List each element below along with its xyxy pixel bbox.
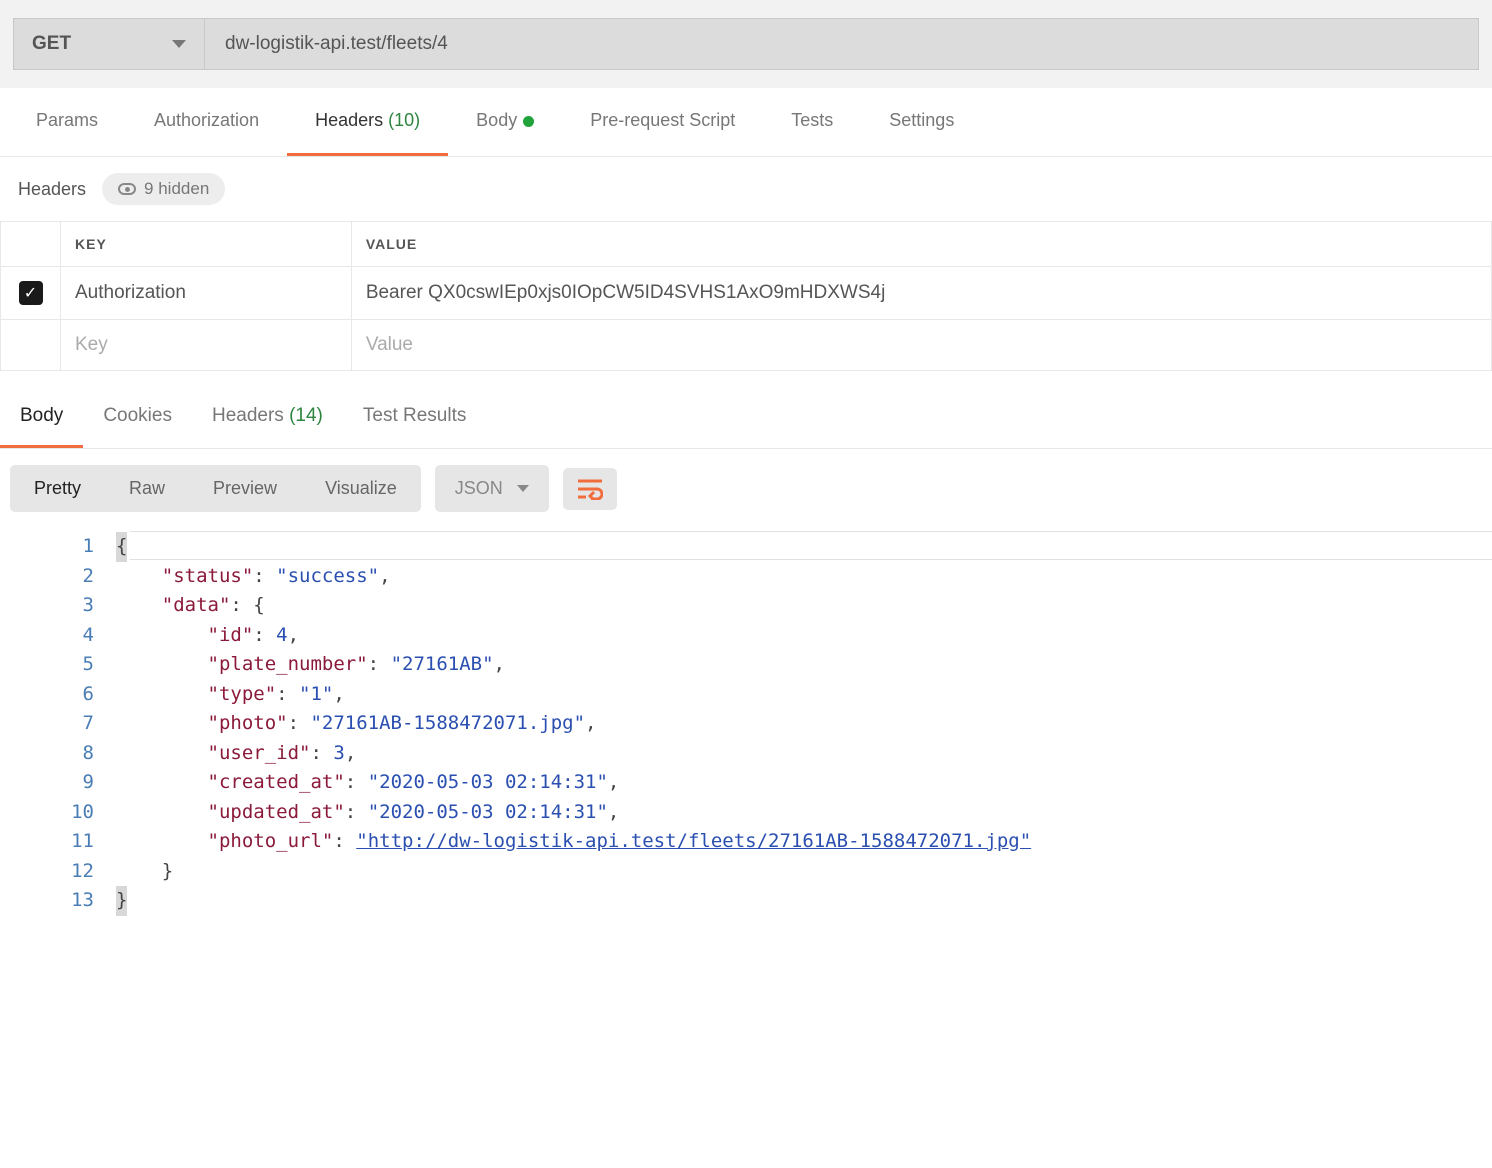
line-number: 4 [0,621,116,651]
tab-settings[interactable]: Settings [861,88,982,156]
line-number: 1 [0,532,116,562]
code-content: "data": { [116,591,265,621]
line-number: 13 [0,886,116,916]
view-preview-button[interactable]: Preview [189,465,301,512]
header-col-checkbox [1,222,61,267]
code-line: 7 "photo": "27161AB-1588472071.jpg", [0,709,1492,739]
chevron-down-icon [517,485,529,492]
response-tab-headers[interactable]: Headers (14) [192,387,343,448]
response-tabs: Body Cookies Headers (14) Test Results [0,387,1492,449]
header-enabled-checkbox[interactable]: ✓ [19,281,43,305]
header-key-input[interactable]: Key [61,320,352,371]
code-content: "created_at": "2020-05-03 02:14:31", [116,768,619,798]
code-content: "plate_number": "27161AB", [116,650,505,680]
line-number: 12 [0,857,116,887]
code-line: 12 } [0,857,1492,887]
response-body-code[interactable]: 1{2 "status": "success",3 "data": {4 "id… [0,528,1492,936]
tab-tests[interactable]: Tests [763,88,861,156]
code-content: "photo": "27161AB-1588472071.jpg", [116,709,596,739]
header-row: ✓ Authorization Bearer QX0cswIEp0xjs0IOp… [1,267,1492,320]
code-content: "id": 4, [116,621,299,651]
code-content: "updated_at": "2020-05-03 02:14:31", [116,798,619,828]
line-number: 3 [0,591,116,621]
header-key-cell[interactable]: Authorization [61,267,352,320]
eye-icon [118,183,136,195]
code-line: 6 "type": "1", [0,680,1492,710]
tab-params[interactable]: Params [8,88,126,156]
response-tab-test-results[interactable]: Test Results [343,387,486,448]
request-url-input[interactable]: dw-logistik-api.test/fleets/4 [205,18,1479,70]
line-number: 5 [0,650,116,680]
header-value-cell[interactable]: Bearer QX0cswIEp0xjs0IOpCW5ID4SVHS1AxO9m… [351,267,1491,320]
code-content: "user_id": 3, [116,739,356,769]
code-line: 8 "user_id": 3, [0,739,1492,769]
line-number: 9 [0,768,116,798]
headers-table: KEY VALUE ✓ Authorization Bearer QX0cswI… [0,221,1492,371]
code-line: 10 "updated_at": "2020-05-03 02:14:31", [0,798,1492,828]
code-content: "type": "1", [116,680,345,710]
header-col-value: VALUE [351,222,1491,267]
chevron-down-icon [172,40,186,48]
line-number: 10 [0,798,116,828]
wrap-lines-button[interactable] [563,468,617,510]
line-number: 11 [0,827,116,857]
view-raw-button[interactable]: Raw [105,465,189,512]
response-view-mode-group: Pretty Raw Preview Visualize [10,465,421,512]
line-number: 8 [0,739,116,769]
code-content: "status": "success", [116,562,391,592]
header-col-key: KEY [61,222,352,267]
code-line: 9 "created_at": "2020-05-03 02:14:31", [0,768,1492,798]
view-visualize-button[interactable]: Visualize [301,465,421,512]
response-tab-cookies[interactable]: Cookies [83,387,192,448]
tab-authorization[interactable]: Authorization [126,88,287,156]
code-line: 11 "photo_url": "http://dw-logistik-api.… [0,827,1492,857]
headers-title: Headers [18,179,86,200]
code-content: "photo_url": "http://dw-logistik-api.tes… [116,827,1031,857]
response-toolbar: Pretty Raw Preview Visualize JSON [0,449,1492,528]
line-number: 2 [0,562,116,592]
header-row-new: Key Value [1,320,1492,371]
headers-section-header: Headers 9 hidden [0,157,1492,221]
code-content: } [116,886,127,916]
dot-indicator-icon [523,116,534,127]
http-method-value: GET [32,33,71,55]
request-tabs: Params Authorization Headers (10) Body P… [0,88,1492,157]
response-format-select[interactable]: JSON [435,465,549,512]
code-line: 5 "plate_number": "27161AB", [0,650,1492,680]
wrap-lines-icon [577,478,603,500]
request-bar: GET dw-logistik-api.test/fleets/4 [0,0,1492,88]
http-method-select[interactable]: GET [13,18,205,70]
request-url-value: dw-logistik-api.test/fleets/4 [225,33,448,55]
code-content: { [116,532,127,562]
line-number: 7 [0,709,116,739]
tab-headers[interactable]: Headers (10) [287,88,448,156]
code-line: 1{ [0,532,1492,562]
code-line: 2 "status": "success", [0,562,1492,592]
code-line: 3 "data": { [0,591,1492,621]
response-tab-body[interactable]: Body [0,387,83,448]
header-value-input[interactable]: Value [351,320,1491,371]
tab-body[interactable]: Body [448,88,562,156]
line-number: 6 [0,680,116,710]
code-line: 4 "id": 4, [0,621,1492,651]
hidden-headers-toggle[interactable]: 9 hidden [102,173,225,205]
tab-prerequest-script[interactable]: Pre-request Script [562,88,763,156]
code-line: 13} [0,886,1492,916]
code-content: } [116,857,173,887]
view-pretty-button[interactable]: Pretty [10,465,105,512]
